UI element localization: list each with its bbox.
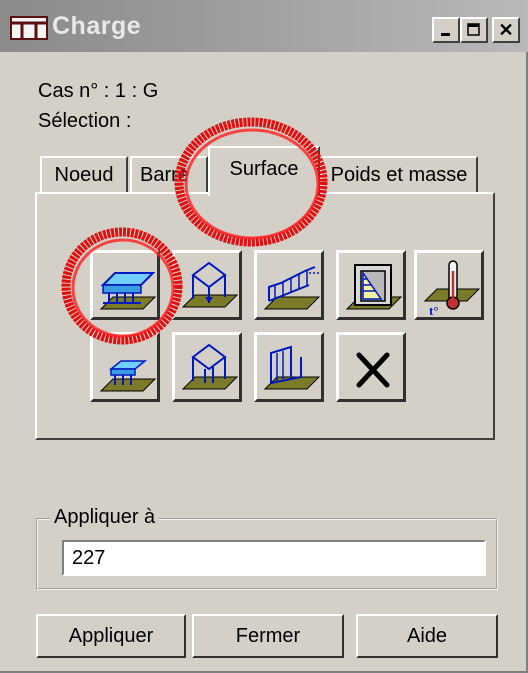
charge-dialog: Charge ✕ Cas n° : 1 : G Sélection : Noeu… [0,0,528,673]
contour-load-button[interactable] [90,332,160,402]
close-dialog-button[interactable]: Fermer [192,614,344,658]
svg-text:t°: t° [429,303,439,317]
tab-poids-et-masse[interactable]: Poids et masse [320,156,478,192]
planar-load-3-points-icon [181,343,239,390]
selection-label: Sélection : [38,110,132,132]
planar-point-load-icon [181,261,239,308]
delete-load-icon [356,352,390,388]
maximize-icon [467,23,480,36]
apply-button[interactable]: Appliquer [36,614,186,658]
thermal-load-button[interactable]: t° [414,250,484,320]
minimize-icon [441,33,450,36]
planar-load-3-points-button[interactable] [172,332,242,402]
hydrostatic-pressure-button[interactable] [336,250,406,320]
tab-barre[interactable]: Barre [130,156,208,192]
hydrostatic-pressure-icon [345,264,403,310]
tab-noeud[interactable]: Noeud [40,156,128,192]
contour-load-icon [99,360,157,392]
close-icon: ✕ [498,19,514,40]
planar-point-load-button[interactable] [172,250,242,320]
help-button[interactable]: Aide [356,614,498,658]
delete-load-button[interactable] [336,332,406,402]
window-title: Charge [52,12,142,40]
thermal-load-icon: t° [423,260,481,317]
tab-surface[interactable]: Surface [208,146,320,196]
close-button[interactable]: ✕ [492,17,520,43]
apply-to-label: Appliquer à [50,506,160,529]
case-label: Cas n° : 1 : G [38,80,159,102]
uniform-surface-load-icon [99,272,157,310]
linear-edge-load-icon [263,345,321,390]
minimize-button[interactable] [432,17,460,43]
linear-edge-load-button[interactable] [254,332,324,402]
maximize-button[interactable] [460,17,488,43]
linear-load-3d-button[interactable] [254,250,324,320]
apply-to-input[interactable]: 227 [62,540,486,576]
title-bar[interactable]: Charge ✕ [0,0,528,52]
app-icon [10,16,48,40]
uniform-surface-load-button[interactable] [90,250,160,320]
linear-load-3d-icon [263,266,321,310]
